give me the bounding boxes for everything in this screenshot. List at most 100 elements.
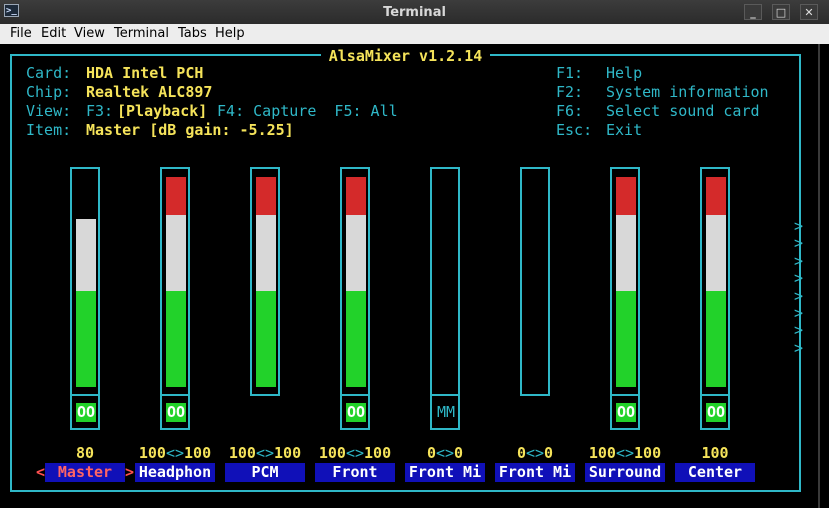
menu-view[interactable]: View — [74, 26, 105, 41]
menu-help[interactable]: Help — [215, 26, 245, 41]
volume-slider-5[interactable] — [430, 167, 460, 396]
volume-value-2: 100<>100 — [130, 444, 220, 463]
selection-marker-right: > — [125, 463, 135, 481]
volume-value-1: 80 — [40, 444, 130, 463]
help-esc-label: Exit — [606, 121, 643, 139]
level-bar-white — [616, 215, 636, 291]
volume-left: 100 — [701, 444, 729, 462]
volume-separator: <> — [525, 444, 545, 462]
close-button[interactable]: ✕ — [800, 4, 818, 20]
volume-slider-7[interactable] — [610, 167, 640, 396]
level-bar-white — [346, 215, 366, 291]
volume-slider-1[interactable] — [70, 167, 100, 396]
channel-name-1[interactable]: Master — [45, 463, 125, 482]
volume-value-5: 0<>0 — [400, 444, 490, 463]
level-bar-green — [76, 291, 96, 387]
menu-bar: File Edit View Terminal Tabs Help — [0, 24, 829, 44]
volume-value-6: 0<>0 — [490, 444, 580, 463]
volume-slider-6[interactable] — [520, 167, 550, 396]
mute-toggle-2[interactable]: OO — [160, 396, 190, 430]
level-bar-green — [256, 291, 276, 387]
mute-state-label: MM — [436, 403, 456, 421]
minimize-button[interactable]: _ — [744, 4, 762, 20]
scrollbar[interactable] — [818, 44, 820, 508]
level-bar-green — [706, 291, 726, 387]
volume-right: 100 — [274, 444, 302, 462]
mute-state-label: OO — [76, 403, 96, 422]
help-f6-key: F6: — [556, 102, 584, 120]
level-bar-green — [616, 291, 636, 387]
view-other-options[interactable]: F4: Capture F5: All — [208, 102, 398, 121]
level-bar-white — [256, 215, 276, 291]
volume-slider-2[interactable] — [160, 167, 190, 396]
volume-left: 0 — [516, 444, 526, 462]
maximize-button[interactable]: □ — [772, 4, 790, 20]
volume-right: 100 — [634, 444, 662, 462]
chip-label: Chip: — [26, 83, 72, 101]
menu-file[interactable]: File — [10, 26, 32, 41]
channel-name-5[interactable]: Front Mi — [405, 463, 485, 482]
help-f2-label: System information — [606, 83, 769, 101]
level-bar-white — [706, 215, 726, 291]
title-bar[interactable]: >_ Terminal _ □ ✕ — [0, 0, 829, 25]
window-title: Terminal — [383, 5, 446, 20]
level-bar-red — [616, 177, 636, 215]
volume-separator: <> — [345, 444, 365, 462]
channel-name-4[interactable]: Front — [315, 463, 395, 482]
volume-left: 100 — [318, 444, 346, 462]
mute-toggle-8[interactable]: OO — [700, 396, 730, 430]
mute-toggle-5[interactable]: MM — [430, 396, 460, 430]
volume-value-8: 100 — [670, 444, 760, 463]
volume-slider-8[interactable] — [700, 167, 730, 396]
mute-toggle-1[interactable]: OO — [70, 396, 100, 430]
help-f6-label: Select sound card — [606, 102, 760, 120]
menu-terminal[interactable]: Terminal — [114, 26, 169, 41]
volume-right: 100 — [184, 444, 212, 462]
volume-value-4: 100<>100 — [310, 444, 400, 463]
menu-edit[interactable]: Edit — [41, 26, 66, 41]
volume-value-7: 100<>100 — [580, 444, 670, 463]
level-bar-white — [166, 215, 186, 291]
volume-right: 0 — [544, 444, 554, 462]
volume-slider-3[interactable] — [250, 167, 280, 396]
view-f3-key: F3: — [86, 102, 114, 120]
volume-left: 100 — [588, 444, 616, 462]
help-f2-key: F2: — [556, 83, 584, 101]
volume-separator: <> — [615, 444, 635, 462]
view-label: View: — [26, 102, 72, 120]
volume-slider-4[interactable] — [340, 167, 370, 396]
mixer-title: AlsaMixer v1.2.14 — [320, 47, 491, 65]
channel-name-3[interactable]: PCM — [225, 463, 305, 482]
channel-name-7[interactable]: Surround — [585, 463, 665, 482]
mute-state-label: OO — [616, 403, 636, 422]
item-value: Master [dB gain: -5.25] — [86, 121, 294, 139]
volume-left: 100 — [138, 444, 166, 462]
view-playback[interactable]: [Playback] — [117, 102, 207, 121]
channel-name-2[interactable]: Headphon — [135, 463, 215, 482]
volume-value-3: 100<>100 — [220, 444, 310, 463]
help-f1-label: Help — [606, 64, 643, 82]
menu-tabs[interactable]: Tabs — [178, 26, 207, 41]
help-esc-key: Esc: — [556, 121, 593, 139]
volume-separator: <> — [435, 444, 455, 462]
level-bar-red — [346, 177, 366, 215]
channel-name-8[interactable]: Center — [675, 463, 755, 482]
more-channels-indicator: > > > > > > > > — [794, 217, 804, 357]
mute-toggle-7[interactable]: OO — [610, 396, 640, 430]
card-value: HDA Intel PCH — [86, 64, 204, 82]
channel-name-6[interactable]: Front Mi — [495, 463, 575, 482]
volume-separator: <> — [165, 444, 185, 462]
level-bar-green — [346, 291, 366, 387]
mute-toggle-4[interactable]: OO — [340, 396, 370, 430]
card-label: Card: — [26, 64, 72, 82]
volume-right: 100 — [364, 444, 392, 462]
terminal-area[interactable]: AlsaMixer v1.2.14 Card: HDA Intel PCH Ch… — [0, 44, 829, 508]
volume-left: 100 — [228, 444, 256, 462]
selection-marker-left: < — [36, 463, 46, 481]
level-bar-red — [166, 177, 186, 215]
level-bar-red — [706, 177, 726, 215]
volume-left: 0 — [426, 444, 436, 462]
volume-right: 0 — [454, 444, 464, 462]
chip-value: Realtek ALC897 — [86, 83, 213, 101]
mute-state-label: OO — [706, 403, 726, 422]
